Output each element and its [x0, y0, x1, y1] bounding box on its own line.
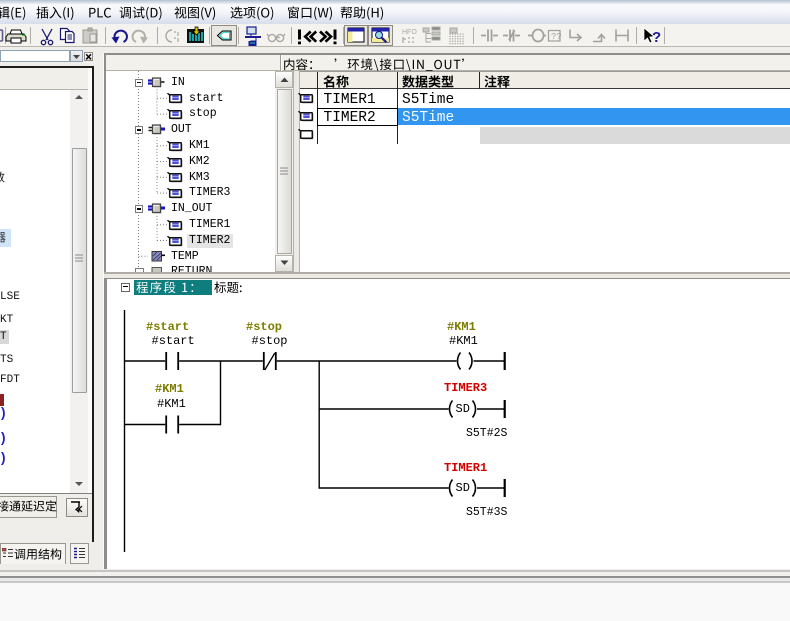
- svg-text:??: ??: [551, 32, 562, 42]
- svg-text:?: ?: [652, 29, 661, 46]
- svg-text:HFO: HFO: [402, 29, 417, 36]
